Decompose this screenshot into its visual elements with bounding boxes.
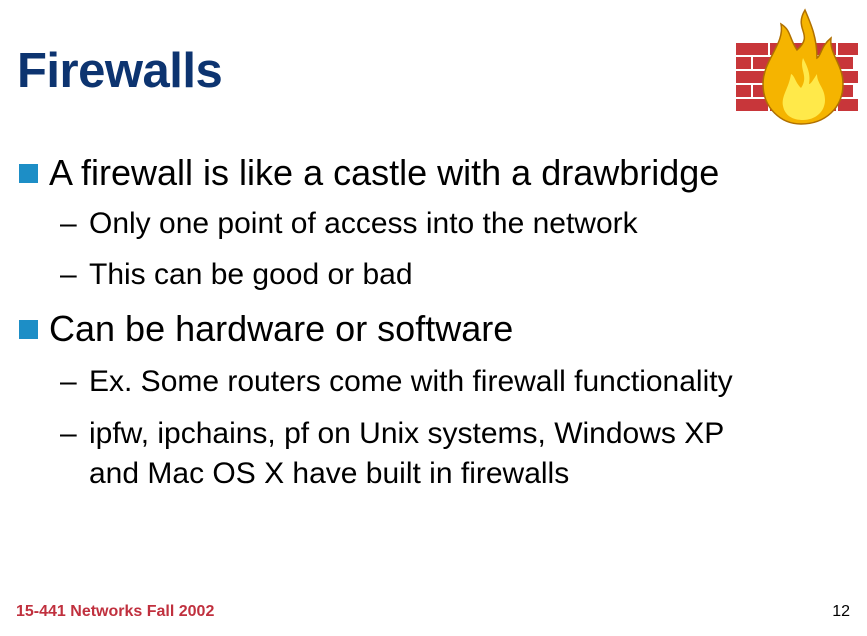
square-bullet-icon xyxy=(19,320,38,339)
dash-bullet: – xyxy=(60,417,77,450)
sub-bullet-text: Ex. Some routers come with firewall func… xyxy=(89,365,733,398)
page-number: 12 xyxy=(832,603,850,620)
bullet-text: Can be hardware or software xyxy=(49,308,514,349)
dash-bullet: – xyxy=(60,207,77,240)
slide: Firewalls A firewall is like a castle wi… xyxy=(0,0,867,636)
footer-course: 15-441 Networks Fall 2002 xyxy=(16,603,215,620)
slide-title: Firewalls xyxy=(17,44,223,98)
sub-bullet-text-continuation: and Mac OS X have built in firewalls xyxy=(89,457,570,490)
sub-bullet-text: This can be good or bad xyxy=(89,258,413,291)
sub-bullet-text: Only one point of access into the networ… xyxy=(89,207,638,240)
dash-bullet: – xyxy=(60,365,77,398)
dash-bullet: – xyxy=(60,258,77,291)
square-bullet-icon xyxy=(19,164,38,183)
sub-bullet-text: ipfw, ipchains, pf on Unix systems, Wind… xyxy=(89,417,725,450)
firewall-logo-icon xyxy=(734,8,860,125)
bullet-text: A firewall is like a castle with a drawb… xyxy=(49,152,720,193)
